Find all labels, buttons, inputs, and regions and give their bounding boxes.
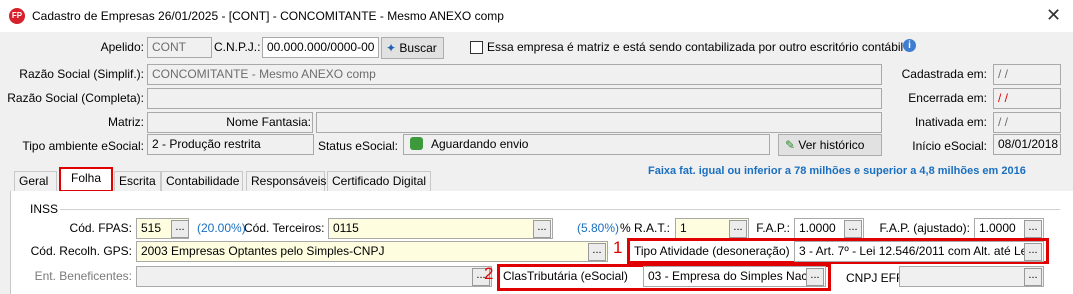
cnpj-efr-lookup-button[interactable]: ... [1024, 268, 1042, 286]
search-icon: ✦ [386, 41, 397, 55]
razao-completa-label: Razão Social (Completa): [7, 91, 144, 105]
inativada-label: Inativada em: [914, 115, 987, 129]
inicio-esocial-label: Início eSocial: [912, 139, 987, 153]
clas-tributaria-lookup-button[interactable]: ... [806, 268, 824, 286]
fap-lookup-button[interactable]: ... [844, 220, 862, 238]
faixa-info-text: Faixa fat. igual ou inferior a 78 milhõe… [648, 165, 1026, 177]
inativada-field[interactable]: / / [993, 112, 1061, 133]
info-icon[interactable]: i [903, 39, 916, 52]
annotation-1: 1 [613, 238, 623, 257]
tab-escrita[interactable]: Escrita [114, 171, 161, 191]
encerrada-label: Encerrada em: [908, 91, 987, 105]
cod-recolh-gps-lookup-button[interactable]: ... [588, 243, 606, 261]
fap-ajustado-lookup-button[interactable]: ... [1024, 220, 1042, 238]
razao-completa-field[interactable] [147, 88, 882, 109]
cod-fpas-label: Cód. FPAS: [69, 221, 132, 235]
clas-tributaria-field[interactable]: 03 - Empresa do Simples Nac. [643, 266, 826, 287]
status-esocial-field[interactable]: Aguardando envio [403, 134, 770, 155]
apelido-label: Apelido: [100, 40, 144, 54]
cod-fpas-lookup-button[interactable]: ... [171, 220, 189, 238]
cod-terceiros-lookup-button[interactable]: ... [533, 220, 551, 238]
inss-group-line [60, 209, 1060, 210]
clas-tributaria-label: ClasTributária (eSocial) [503, 269, 628, 283]
buscar-button[interactable]: ✦ Buscar [381, 37, 444, 59]
cod-terceiros-label: Cód. Terceiros: [244, 221, 325, 235]
ver-historico-label: Ver histórico [798, 138, 865, 152]
fap-label: F.A.P.: [756, 221, 790, 235]
tab-folha[interactable]: Folha [59, 167, 113, 192]
nome-fantasia-label: Nome Fantasia: [226, 115, 311, 129]
status-esocial-value: Aguardando envio [431, 137, 529, 151]
cnpj-label: C.N.P.J.: [214, 40, 261, 54]
terceiros-percent: (5.80%) [577, 221, 620, 235]
tab-geral[interactable]: Geral [14, 171, 57, 191]
cod-recolh-gps-field[interactable]: 2003 Empresas Optantes pelo Simples-CNPJ [136, 241, 608, 262]
cod-terceiros-field[interactable]: 0115 [328, 218, 553, 239]
cadastrada-label: Cadastrada em: [901, 67, 987, 81]
ver-historico-button[interactable]: ✎ Ver histórico [778, 134, 882, 156]
apelido-field[interactable]: CONT [147, 37, 212, 58]
razao-simplif-label: Razão Social (Simplif.): [19, 67, 144, 81]
close-icon[interactable]: ✕ [1046, 5, 1061, 25]
cnpj-field[interactable]: 00.000.000/0000-00 [262, 37, 379, 58]
app-icon: FP [9, 8, 25, 24]
status-esocial-label: Status eSocial: [317, 139, 398, 153]
tipo-atividade-lookup-button[interactable]: ... [1024, 243, 1042, 261]
ent-beneficentes-field[interactable] [136, 266, 492, 287]
inss-group-label: INSS [30, 202, 59, 216]
edit-icon: ✎ [785, 138, 796, 152]
tab-responsaveis[interactable]: Responsáveis [246, 171, 326, 191]
nome-fantasia-field[interactable] [316, 112, 882, 133]
cnpj-efr-label: CNPJ EFR [846, 271, 905, 285]
annotation-2: 2 [484, 264, 494, 283]
tab-certificado-digital[interactable]: Certificado Digital [327, 171, 431, 191]
window-title: Cadastro de Empresas 26/01/2025 - [CONT]… [32, 9, 504, 23]
buscar-label: Buscar [399, 41, 437, 55]
matriz-label: Matriz: [108, 115, 144, 129]
cnpj-efr-field[interactable] [899, 266, 1044, 287]
tipo-atividade-field[interactable]: 3 - Art. 7º - Lei 12.546/2011 com Alt. a… [794, 241, 1044, 262]
tipo-ambiente-field[interactable]: 2 - Produção restrita [147, 134, 314, 155]
status-icon [410, 137, 423, 150]
fpas-percent: (20.00%) [197, 221, 246, 235]
fap-ajustado-label: F.A.P. (ajustado): [879, 221, 971, 235]
tipo-atividade-label: Tipo Atividade (desoneração) [634, 244, 790, 258]
tipo-ambiente-label: Tipo ambiente eSocial: [22, 139, 144, 153]
matriz-checkbox-label: Essa empresa é matriz e está sendo conta… [487, 40, 904, 54]
cod-recolh-gps-label: Cód. Recolh. GPS: [30, 244, 132, 258]
ent-beneficentes-label: Ent. Beneficentes: [34, 269, 132, 283]
matriz-checkbox[interactable] [470, 41, 483, 54]
inicio-esocial-field[interactable]: 08/01/2018 [993, 134, 1061, 155]
tab-contabilidade[interactable]: Contabilidade [161, 171, 243, 191]
razao-simplif-field[interactable]: CONCOMITANTE - Mesmo ANEXO comp [147, 64, 882, 85]
encerrada-field[interactable]: / / [993, 88, 1061, 109]
rat-label: % R.A.T.: [620, 221, 671, 235]
cadastrada-field[interactable]: / / [993, 64, 1061, 85]
rat-lookup-button[interactable]: ... [729, 220, 747, 238]
